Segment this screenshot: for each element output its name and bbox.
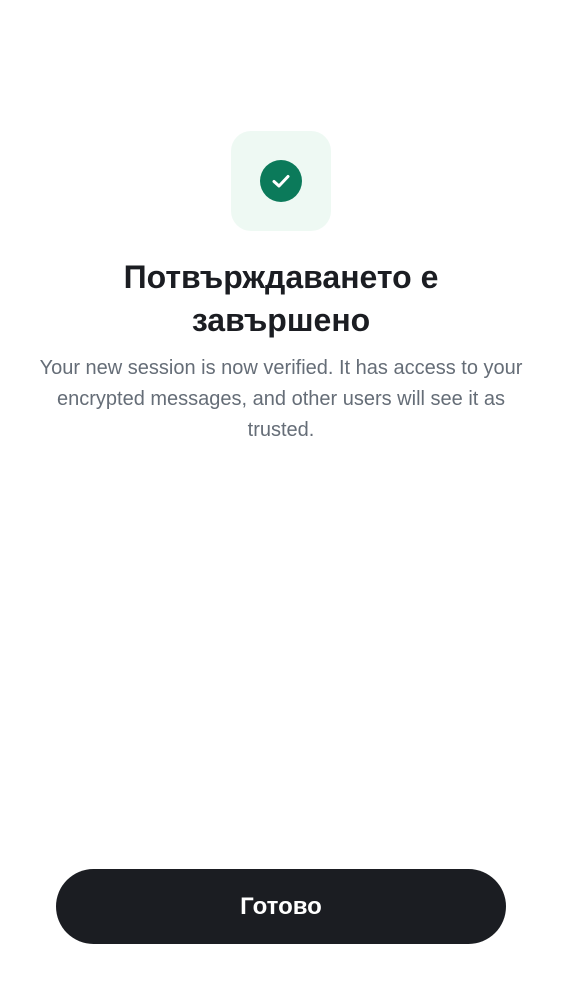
checkmark-icon <box>272 175 290 188</box>
page-title: Потвърждаването е завършено <box>123 259 439 338</box>
verification-complete-screen: Потвърждаването е завършено Your new ses… <box>0 0 562 1000</box>
success-icon-tile <box>231 131 331 231</box>
done-button[interactable]: Готово <box>56 869 506 944</box>
check-circle-icon <box>260 160 302 202</box>
verification-description: Your new session is now verified. It has… <box>39 357 523 441</box>
